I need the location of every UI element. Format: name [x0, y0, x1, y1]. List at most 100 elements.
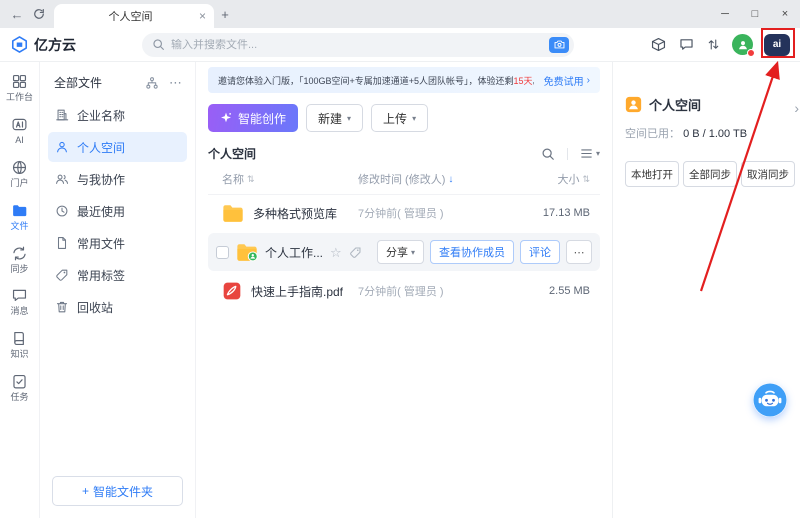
- transfer-arrows-icon: [706, 37, 721, 52]
- file-list: 多种格式预览库 7分钟前( 管理员 ) 17.13 MB 个人工作... ☆: [208, 195, 600, 309]
- logo-text: 亿方云: [34, 35, 76, 55]
- clipboard-icon: [11, 373, 28, 390]
- trash-icon: [55, 300, 69, 314]
- column-name[interactable]: 名称 ⇅: [222, 171, 358, 187]
- panel-collapse-icon[interactable]: ›: [794, 100, 799, 116]
- back-icon[interactable]: ←: [6, 3, 28, 25]
- file-icon: [55, 236, 69, 250]
- globe-icon: [11, 159, 28, 176]
- search-input[interactable]: [171, 39, 543, 51]
- view-toggle-button[interactable]: ▾: [580, 148, 600, 159]
- pdf-icon: [222, 281, 242, 301]
- sidebar-item-trash[interactable]: 回收站: [48, 292, 187, 322]
- tab-title: 个人空间: [62, 8, 199, 24]
- rail-item-tasks[interactable]: 任务: [0, 366, 39, 409]
- refresh-icon[interactable]: [28, 3, 50, 25]
- file-name: 多种格式预览库: [253, 205, 337, 222]
- search-icon: [152, 38, 165, 51]
- rail-item-workbench[interactable]: 工作台: [0, 66, 39, 109]
- close-button[interactable]: ×: [770, 0, 800, 28]
- app-tab[interactable]: 个人空间 ×: [54, 4, 214, 28]
- column-modified[interactable]: 修改时间 (修改人) ↓: [358, 171, 514, 187]
- left-rail: 工作台 AI 门户 文件 同步 消息 知识 任务: [0, 62, 40, 518]
- list-search-icon[interactable]: [541, 147, 555, 161]
- new-button[interactable]: 新建 ▾: [306, 104, 363, 132]
- open-locally-button[interactable]: 本地打开: [625, 161, 679, 187]
- section-header: 个人空间 ▾: [208, 145, 600, 162]
- plus-icon: +: [82, 484, 89, 498]
- promo-text: 邀请您体验入门版，「100GB空间+专属加速通道+5人团队帐号」，体验还剩15天…: [218, 74, 534, 87]
- sidebar-item-frequent-tags[interactable]: 常用标签: [48, 260, 187, 290]
- sidebar-item-enterprise[interactable]: 企业名称: [48, 100, 187, 130]
- more-actions-button[interactable]: ⋯: [566, 240, 592, 264]
- book-icon: [11, 330, 28, 347]
- sort-icon: ⇅: [247, 174, 255, 185]
- smart-folder-button[interactable]: + 智能文件夹: [52, 476, 183, 506]
- file-row[interactable]: 多种格式预览库 7分钟前( 管理员 ) 17.13 MB: [208, 195, 600, 231]
- upload-button[interactable]: 上传 ▾: [371, 104, 428, 132]
- table-header: 名称 ⇅ 修改时间 (修改人) ↓ 大小 ⇅: [208, 171, 600, 195]
- main-content: 邀请您体验入门版，「100GB空间+专属加速通道+5人团队帐号」，体验还剩15天…: [196, 62, 612, 518]
- section-title: 个人空间: [208, 145, 256, 162]
- package-icon: [650, 36, 667, 53]
- rail-item-sync[interactable]: 同步: [0, 238, 39, 281]
- personal-space-icon: [625, 96, 642, 113]
- search-bar[interactable]: [142, 33, 574, 57]
- rail-item-messages[interactable]: 消息: [0, 280, 39, 323]
- minimize-button[interactable]: ─: [710, 0, 740, 28]
- maximize-button[interactable]: □: [740, 0, 770, 28]
- tab-close-icon[interactable]: ×: [199, 9, 206, 23]
- toolbar: 智能创作 新建 ▾ 上传 ▾: [208, 104, 600, 132]
- smart-create-button[interactable]: 智能创作: [208, 104, 298, 132]
- ai-assistant-button[interactable]: ai: [764, 34, 790, 56]
- sidebar-item-frequent-files[interactable]: 常用文件: [48, 228, 187, 258]
- star-icon[interactable]: ☆: [330, 246, 342, 259]
- sort-icon: ⇅: [582, 174, 590, 185]
- robot-icon: [753, 383, 787, 417]
- tag-icon[interactable]: [349, 246, 362, 259]
- rail-item-knowledge[interactable]: 知识: [0, 323, 39, 366]
- people-icon: [55, 172, 69, 186]
- sidebar-item-shared-with-me[interactable]: 与我协作: [48, 164, 187, 194]
- sidebar-item-recent[interactable]: 最近使用: [48, 196, 187, 226]
- row-actions: 分享 ▾ 查看协作成员 评论 ⋯: [377, 240, 592, 264]
- assistant-float-button[interactable]: [753, 383, 787, 417]
- user-icon: [737, 39, 749, 51]
- cancel-sync-button[interactable]: 取消同步: [741, 161, 795, 187]
- rail-item-portal[interactable]: 门户: [0, 152, 39, 195]
- org-tree-icon[interactable]: [145, 76, 159, 90]
- package-button[interactable]: [650, 36, 667, 53]
- file-name: 快速上手指南.pdf: [251, 283, 343, 300]
- sidebar-item-personal-space[interactable]: 个人空间: [48, 132, 187, 162]
- sync-icon: [11, 245, 28, 262]
- image-search-button[interactable]: [549, 37, 569, 53]
- avatar[interactable]: [732, 34, 753, 55]
- ai-icon: [11, 116, 28, 133]
- file-row-selected[interactable]: 个人工作... ☆ 分享 ▾ 查看协作成员 评论: [208, 233, 600, 271]
- support-button[interactable]: [678, 36, 695, 53]
- rail-item-ai[interactable]: AI: [0, 109, 39, 152]
- row-checkbox[interactable]: [216, 246, 229, 259]
- file-row[interactable]: 快速上手指南.pdf 7分钟前( 管理员 ) 2.55 MB: [208, 273, 600, 309]
- column-size[interactable]: 大小 ⇅: [514, 171, 590, 187]
- transfer-button[interactable]: [706, 37, 721, 52]
- sync-all-button[interactable]: 全部同步: [683, 161, 737, 187]
- header-icons: ai: [650, 34, 790, 56]
- rail-item-files[interactable]: 文件: [0, 195, 39, 238]
- share-button[interactable]: 分享 ▾: [377, 240, 424, 264]
- promo-banner: 邀请您体验入门版，「100GB空间+专属加速通道+5人团队帐号」，体验还剩15天…: [208, 67, 600, 93]
- chevron-down-icon: ▾: [347, 114, 351, 123]
- file-modified: 7分钟前( 管理员 ): [358, 283, 514, 299]
- file-name: 个人工作...: [265, 244, 323, 261]
- detail-panel: › 个人空间 空间已用： 0 B / 1.00 TB 本地打开 全部同步 取消同…: [612, 62, 800, 518]
- sidebar-header: 全部文件 ⋯: [40, 74, 195, 91]
- comment-button[interactable]: 评论: [520, 240, 560, 264]
- trial-days-highlight: 15天: [514, 76, 533, 86]
- free-trial-link[interactable]: 免费试用›: [544, 73, 590, 88]
- new-tab-icon[interactable]: +: [214, 3, 236, 25]
- message-icon: [11, 287, 28, 304]
- sidebar-more-icon[interactable]: ⋯: [169, 76, 182, 89]
- view-collaborators-button[interactable]: 查看协作成员: [430, 240, 514, 264]
- file-sidebar: 全部文件 ⋯ 企业名称 个人空间 与我协作 最近使用 常用文件 常: [40, 62, 196, 518]
- app-logo: 亿方云: [10, 35, 126, 55]
